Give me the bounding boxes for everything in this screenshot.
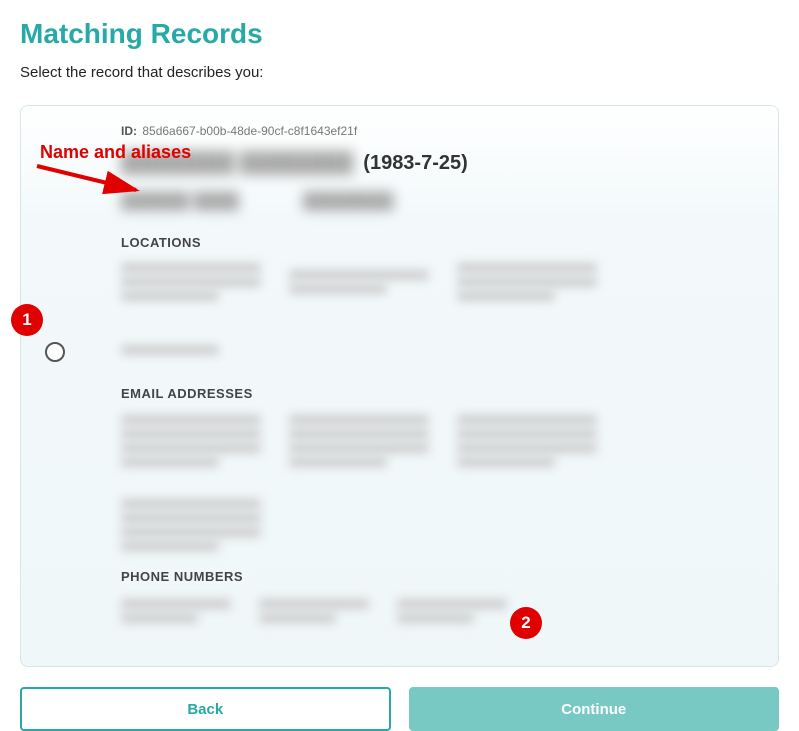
- emails-grid: [121, 413, 754, 553]
- page-title: Matching Records: [20, 18, 779, 50]
- emails-label: EMAIL ADDRESSES: [121, 386, 754, 401]
- record-id-label: ID:: [121, 124, 137, 138]
- location-cell: [121, 330, 261, 370]
- alias-2: ████████: [303, 193, 394, 211]
- record-id-row: ID: 85d6a667-b00b-48de-90cf-c8f1643ef21f: [121, 124, 754, 138]
- annotation-badge-2: 2: [510, 607, 542, 639]
- record-radio[interactable]: [45, 342, 65, 362]
- annotation-badge-1: 1: [11, 304, 43, 336]
- record-dob: (1983-7-25): [363, 152, 468, 175]
- button-row: Back Continue: [20, 687, 779, 731]
- location-cell: [121, 262, 261, 302]
- locations-label: LOCATIONS: [121, 235, 754, 250]
- phone-cell: [121, 596, 231, 626]
- email-cell: [121, 497, 261, 553]
- annotation-arrow-icon: [32, 160, 152, 200]
- location-cell: [289, 262, 429, 302]
- record-name-row: ████████ ████████ (1983-7-25): [121, 152, 754, 175]
- back-button[interactable]: Back: [20, 687, 391, 731]
- email-cell: [289, 413, 429, 469]
- phone-cell: [397, 596, 507, 626]
- email-cell: [121, 413, 261, 469]
- continue-button[interactable]: Continue: [409, 687, 780, 731]
- locations-grid: [121, 262, 754, 370]
- phones-grid: [121, 596, 754, 626]
- phones-label: PHONE NUMBERS: [121, 569, 754, 584]
- record-id-value: 85d6a667-b00b-48de-90cf-c8f1643ef21f: [142, 124, 357, 138]
- instruction-text: Select the record that describes you:: [20, 64, 779, 81]
- record-alias-row: ██████ ████ ████████: [121, 193, 754, 211]
- phone-cell: [259, 596, 369, 626]
- email-cell: [457, 413, 597, 469]
- location-cell: [457, 262, 597, 302]
